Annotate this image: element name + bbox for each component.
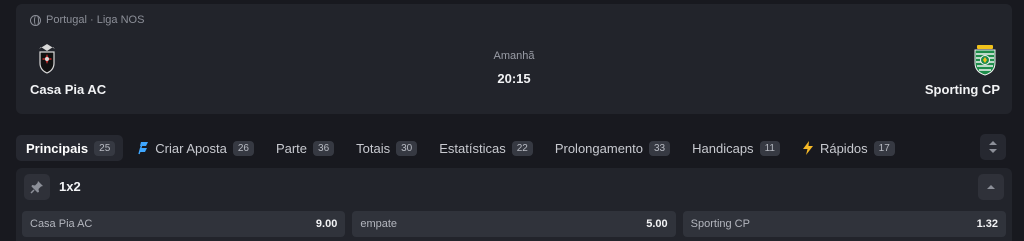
tab-estatisticas[interactable]: Estatísticas 22 [431,135,541,161]
odds-row: Casa Pia AC 9.00 empate 5.00 Sporting CP… [22,211,1006,237]
collapse-market-button[interactable] [978,174,1004,200]
tab-totais[interactable]: Totais 30 [348,135,425,161]
odds-value: 1.32 [976,218,998,230]
tab-label: Prolongamento [554,140,643,156]
lightning-icon [802,141,813,155]
match-date: Amanhã [493,50,535,62]
tab-count: 26 [232,140,254,156]
pin-market-button[interactable] [24,174,50,200]
league-name: Portugal · Liga NOS [46,14,145,26]
tab-rapidos[interactable]: Rápidos 17 [794,135,903,161]
tab-label: Parte [275,140,308,156]
tab-parte[interactable]: Parte 36 [268,135,342,161]
tab-count: 30 [396,140,418,156]
tab-label: Totais [356,140,391,156]
globe-icon [30,14,41,26]
odds-label: Sporting CP [690,218,750,230]
match-header: Portugal · Liga NOS Casa Pia AC Sporting… [16,4,1012,114]
odds-button-draw[interactable]: empate 5.00 [352,211,676,237]
odds-value: 5.00 [646,218,668,230]
collapse-all-button[interactable] [980,134,1006,160]
market-tabs: Principais 25 Criar Aposta 26 Parte 36 T… [16,134,909,162]
pin-icon [30,181,43,194]
tab-label: Rápidos [819,140,868,156]
tab-handicaps[interactable]: Handicaps 11 [684,135,788,161]
expand-collapse-icon [989,141,997,153]
tab-count: 33 [649,140,671,156]
league-label: Portugal · Liga NOS [30,14,144,26]
tab-count: 22 [511,140,533,156]
odds-label: empate [360,218,398,230]
chevron-up-icon [987,185,995,189]
odds-button-away[interactable]: Sporting CP 1.32 [682,211,1006,237]
tab-count: 11 [759,140,780,156]
tab-label: Handicaps [692,140,754,156]
odds-value: 9.00 [315,218,338,230]
odds-label: Casa Pia AC [30,218,93,230]
tab-criar-aposta[interactable]: Criar Aposta 26 [129,135,262,161]
odds-button-home[interactable]: Casa Pia AC 9.00 [22,211,346,237]
bet-builder-icon [138,142,149,155]
tab-prolongamento[interactable]: Prolongamento 33 [547,135,678,161]
market-1x2: 1x2 Casa Pia AC 9.00 empate 5.00 Sportin… [16,168,1012,241]
tab-label: Estatísticas [439,140,506,156]
market-title: 1x2 [59,179,81,194]
match-time: 20:15 [497,71,531,86]
tab-principais[interactable]: Principais 25 [16,135,124,161]
tab-count: 36 [313,140,335,156]
tab-label: Criar Aposta [155,140,227,156]
tab-count: 25 [94,140,116,156]
tab-label: Principais [26,140,89,156]
tab-count: 17 [873,140,895,156]
